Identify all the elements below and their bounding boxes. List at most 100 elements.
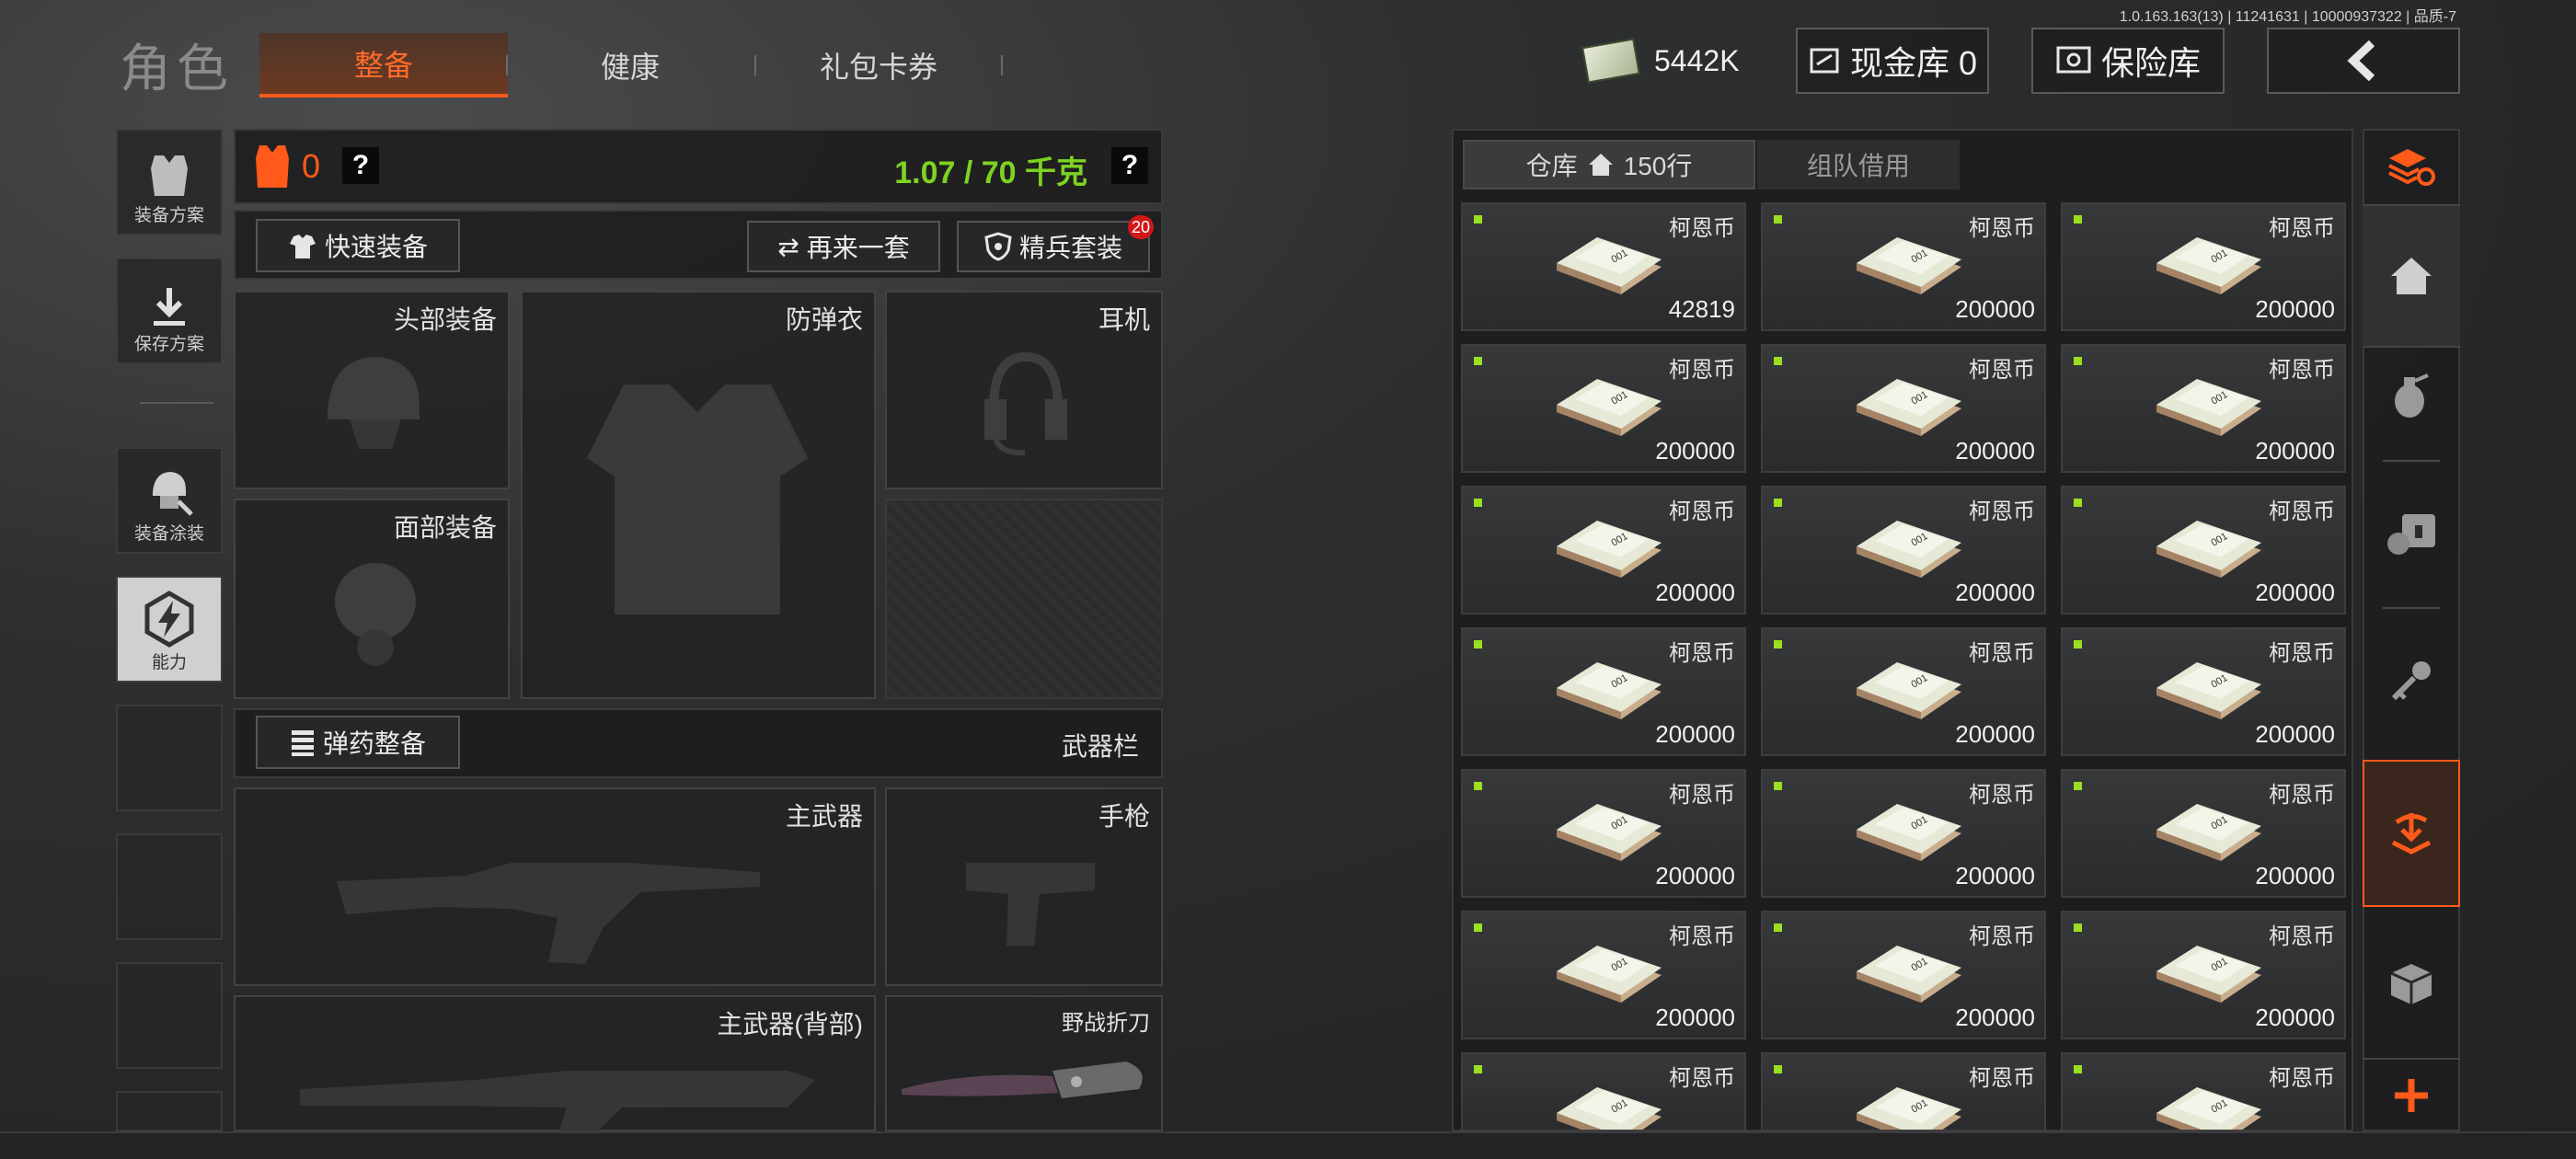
ability-button[interactable]: 能力 bbox=[116, 576, 223, 683]
tab-divider bbox=[754, 55, 756, 75]
warehouse-item[interactable]: 001 柯恩币 200000 bbox=[1761, 627, 2046, 756]
rail-box-button[interactable] bbox=[2363, 920, 2460, 1049]
quick-equip-label: 快速装备 bbox=[324, 233, 428, 261]
warehouse-item[interactable]: 001 柯恩币 200000 bbox=[2061, 769, 2346, 898]
warehouse-item[interactable]: 001 柯恩币 200000 bbox=[1461, 344, 1746, 473]
rail-medical-button[interactable] bbox=[2363, 478, 2460, 589]
rarity-dot bbox=[2074, 924, 2082, 932]
save-plan-button[interactable]: 保存方案 bbox=[116, 258, 223, 364]
sidebar-label: 保存方案 bbox=[133, 335, 204, 354]
help-button[interactable]: ? bbox=[342, 147, 379, 184]
loadout-plan-button[interactable]: 装备方案 bbox=[116, 129, 223, 235]
warehouse-item[interactable]: 001 柯恩币 200000 bbox=[1761, 911, 2046, 1039]
tab-gifts[interactable]: 礼包卡券 bbox=[764, 33, 994, 98]
tab-health[interactable]: 健康 bbox=[515, 33, 745, 98]
item-quantity: 200000 bbox=[2255, 579, 2335, 606]
item-name: 柯恩币 bbox=[1669, 924, 1735, 949]
warehouse-item[interactable]: 001 柯恩币 bbox=[2061, 1052, 2346, 1131]
tab-equip[interactable]: 整备 bbox=[259, 33, 508, 98]
warehouse-item[interactable]: 001 柯恩币 bbox=[1461, 1052, 1746, 1131]
home-icon bbox=[1588, 154, 1613, 176]
back-button[interactable] bbox=[2267, 28, 2460, 94]
download-icon bbox=[154, 288, 185, 326]
slot-label: 主武器(背部) bbox=[717, 1010, 863, 1039]
quick-equip-button[interactable]: 快速装备 bbox=[256, 219, 460, 272]
sidebar-label: 装备方案 bbox=[133, 206, 204, 225]
body-armor-icon bbox=[587, 384, 808, 614]
headset-slot[interactable]: 耳机 bbox=[885, 291, 1163, 489]
safe-label: 保险库 bbox=[2100, 44, 2201, 82]
warehouse-item[interactable]: 001 柯恩币 200000 bbox=[1761, 202, 2046, 331]
warehouse-item[interactable]: 001 柯恩币 200000 bbox=[1461, 627, 1746, 756]
pistol-icon bbox=[966, 863, 1095, 946]
empty-sidebar-slot bbox=[116, 1091, 223, 1131]
empty-sidebar-slot bbox=[116, 833, 223, 940]
warehouse-item[interactable]: 001 柯恩币 200000 bbox=[2061, 202, 2346, 331]
cash-bundle-icon: 001 bbox=[2156, 379, 2261, 436]
warehouse-item[interactable]: 001 柯恩币 bbox=[1761, 1052, 2046, 1131]
warehouse-item[interactable]: 001 柯恩币 200000 bbox=[1761, 344, 2046, 473]
warehouse-item[interactable]: 001 柯恩币 200000 bbox=[1461, 911, 1746, 1039]
safe-button[interactable]: 保险库 bbox=[2031, 28, 2225, 94]
team-tab-label: 组队借用 bbox=[1806, 152, 1910, 180]
warehouse-item[interactable]: 001 柯恩币 200000 bbox=[2061, 911, 2346, 1039]
item-quantity: 200000 bbox=[2255, 295, 2335, 323]
chevron-left-icon bbox=[2347, 40, 2375, 82]
warehouse-item[interactable]: 001 柯恩币 200000 bbox=[2061, 486, 2346, 614]
cash-bundle-icon: 001 bbox=[1557, 521, 1662, 578]
face-slot[interactable]: 面部装备 bbox=[234, 499, 510, 699]
rail-container-button-active[interactable] bbox=[2363, 760, 2460, 907]
warehouse-item[interactable]: 001 柯恩币 200000 bbox=[1761, 769, 2046, 898]
medkit-icon bbox=[2387, 514, 2435, 555]
item-name: 柯恩币 bbox=[1969, 1066, 2035, 1091]
rarity-dot bbox=[1474, 357, 1482, 365]
rail-organize-button[interactable] bbox=[2363, 131, 2460, 204]
ammo-loadout-button[interactable]: 弹药整备 bbox=[256, 716, 460, 769]
item-name: 柯恩币 bbox=[2269, 216, 2335, 241]
again-button[interactable]: ⇄ 再来一套 bbox=[747, 221, 940, 272]
equipment-paint-button[interactable]: 装备涂装 bbox=[116, 447, 223, 554]
back-weapon-slot[interactable]: 主武器(背部) bbox=[234, 995, 876, 1135]
warehouse-item[interactable]: 001 柯恩币 200000 bbox=[2061, 344, 2346, 473]
cash-vault-button[interactable]: 现金库 0 bbox=[1796, 28, 1989, 94]
rarity-dot bbox=[1474, 1065, 1482, 1073]
warehouse-item[interactable]: 001 柯恩币 200000 bbox=[1461, 486, 1746, 614]
cash-bundle-icon: 001 bbox=[2156, 804, 2261, 861]
cash-bundle-icon: 001 bbox=[1557, 804, 1662, 861]
rail-grenade-button[interactable] bbox=[2363, 350, 2460, 442]
tab-team-borrow[interactable]: 组队借用 bbox=[1757, 140, 1960, 189]
warehouse-tab-label: 仓库 bbox=[1525, 152, 1578, 180]
ammo-icon bbox=[291, 730, 314, 756]
tab-warehouse[interactable]: 仓库 150行 bbox=[1463, 140, 1755, 189]
cash-bundle-icon: 001 bbox=[1857, 521, 1961, 578]
item-name: 柯恩币 bbox=[1969, 924, 2035, 949]
weight-help-button[interactable]: ? bbox=[1111, 147, 1148, 184]
rail-add-button[interactable] bbox=[2363, 1058, 2460, 1131]
vest-slot[interactable]: 防弹衣 bbox=[521, 291, 876, 699]
pistol-slot[interactable]: 手枪 bbox=[885, 787, 1163, 986]
primary-weapon-slot[interactable]: 主武器 bbox=[234, 787, 876, 986]
folding-knife-icon bbox=[902, 1061, 1143, 1098]
cash-bundle-icon: 001 bbox=[2156, 521, 2261, 578]
warehouse-item[interactable]: 001 柯恩币 42819 bbox=[1461, 202, 1746, 331]
warehouse-item[interactable]: 001 柯恩币 200000 bbox=[1761, 486, 2046, 614]
warehouse-item[interactable]: 001 柯恩币 200000 bbox=[1461, 769, 1746, 898]
item-quantity: 200000 bbox=[1955, 1004, 2035, 1031]
elite-kit-button[interactable]: 精兵套装 bbox=[957, 221, 1150, 272]
rail-home-button[interactable] bbox=[2363, 204, 2460, 348]
warehouse-item[interactable]: 001 柯恩币 200000 bbox=[2061, 627, 2346, 756]
rarity-dot bbox=[2074, 499, 2082, 507]
hand-deposit-icon bbox=[2391, 813, 2432, 855]
slot-label: 主武器 bbox=[785, 802, 863, 831]
elite-badge: 20 bbox=[1128, 215, 1154, 239]
empty-sidebar-slot bbox=[116, 962, 223, 1069]
rarity-dot bbox=[1474, 640, 1482, 648]
tab-divider bbox=[1001, 55, 1003, 75]
armor-icon bbox=[256, 145, 289, 188]
head-slot[interactable]: 头部装备 bbox=[234, 291, 510, 489]
rail-key-button[interactable] bbox=[2363, 625, 2460, 736]
gas-mask-icon bbox=[335, 563, 416, 666]
cash-bundle-icon: 001 bbox=[2156, 237, 2261, 294]
knife-slot[interactable]: 野战折刀 bbox=[885, 995, 1163, 1131]
equipment-header: 0 ? 1.07 / 70 千克 ? bbox=[234, 129, 1163, 204]
